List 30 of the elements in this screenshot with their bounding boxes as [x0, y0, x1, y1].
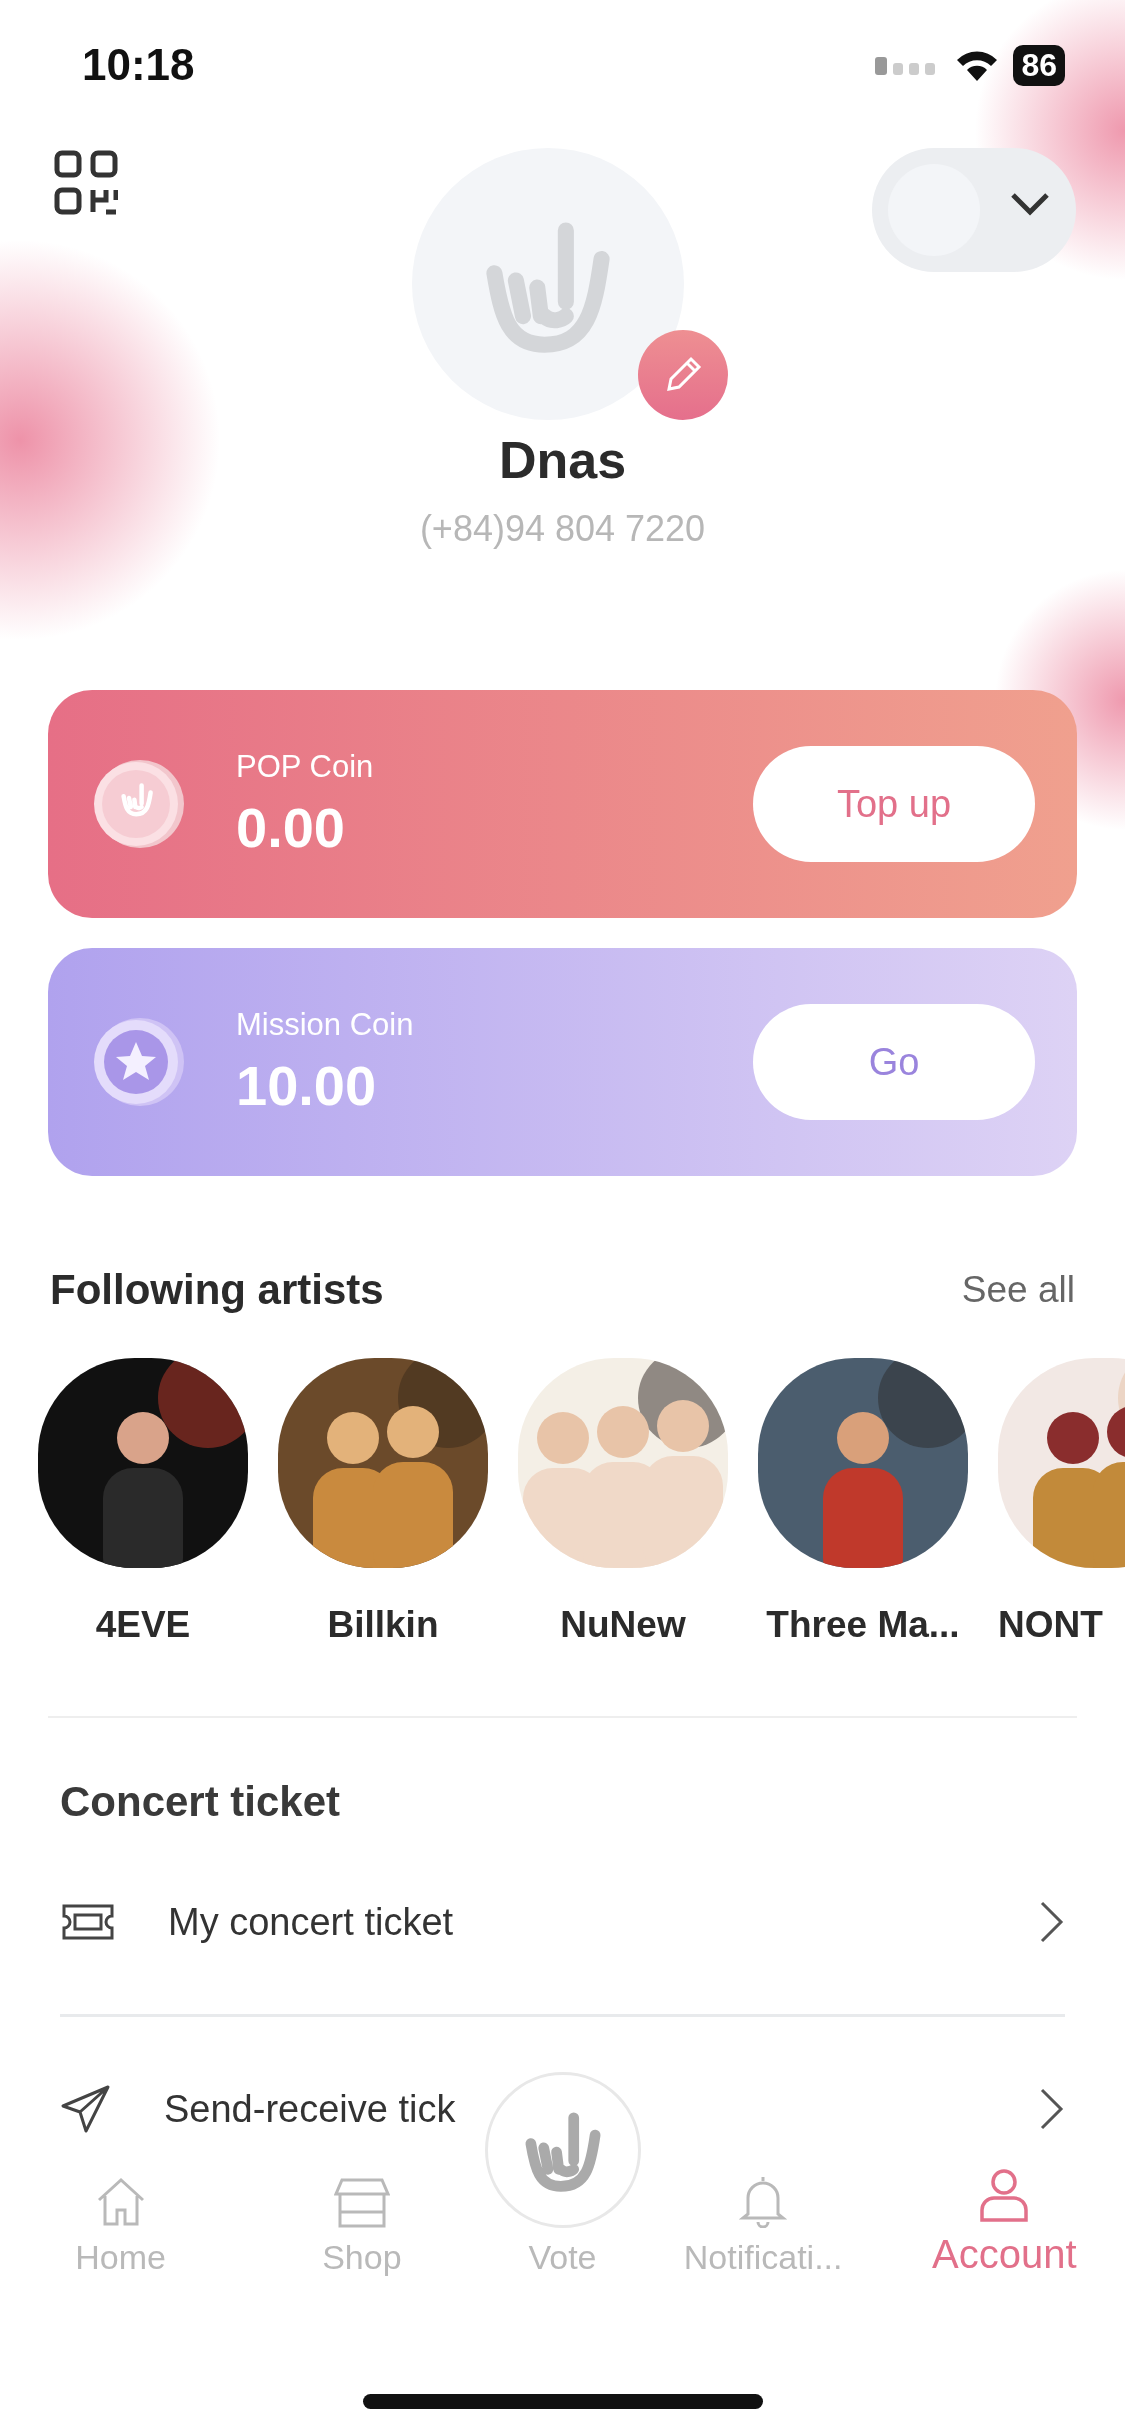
phone-number: (+84)94 804 7220 [419, 508, 706, 549]
ticket-icon [60, 1902, 116, 1942]
wallet-button[interactable]: Go [753, 1004, 1035, 1120]
artist-name[interactable]: NuNew [560, 1604, 686, 1646]
wallet-amount: 10.00 [236, 1052, 378, 1118]
person-icon [978, 2168, 1031, 2222]
battery-level: 86 [1013, 44, 1065, 86]
see-all-link[interactable]: See all [961, 1269, 1075, 1311]
wallet-amount: 0.00 [236, 794, 346, 860]
artist-name[interactable]: NONT [998, 1604, 1103, 1646]
chevron-right-icon [1039, 2087, 1065, 2131]
chevron-right-icon [1039, 1900, 1065, 1944]
wallet-label: POP Coin [236, 748, 375, 785]
menu-item-label[interactable]: My concert ticket [168, 1900, 454, 1944]
section-title: Concert ticket [60, 1778, 341, 1826]
status-time: 10:18 [82, 40, 195, 90]
chevron-down-icon [1010, 192, 1050, 216]
artist-name[interactable]: 4EVE [95, 1604, 191, 1646]
artist-name[interactable]: Three Ma... [766, 1604, 960, 1646]
tab[interactable]: Account [883, 2168, 1125, 2277]
wallet-button[interactable]: Top up [753, 746, 1035, 862]
qr-code-icon[interactable] [54, 150, 118, 216]
user-name: Dnas [498, 431, 627, 489]
section-title: Following artists [50, 1266, 384, 1314]
menu-item-label[interactable]: Send-receive tick [164, 2087, 456, 2131]
paper-plane-icon [60, 2084, 112, 2134]
shop-icon [333, 2178, 390, 2228]
artist-name[interactable]: Billkin [327, 1604, 439, 1646]
bell-icon [738, 2174, 789, 2228]
wallet-label: Mission Coin [236, 1006, 415, 1043]
